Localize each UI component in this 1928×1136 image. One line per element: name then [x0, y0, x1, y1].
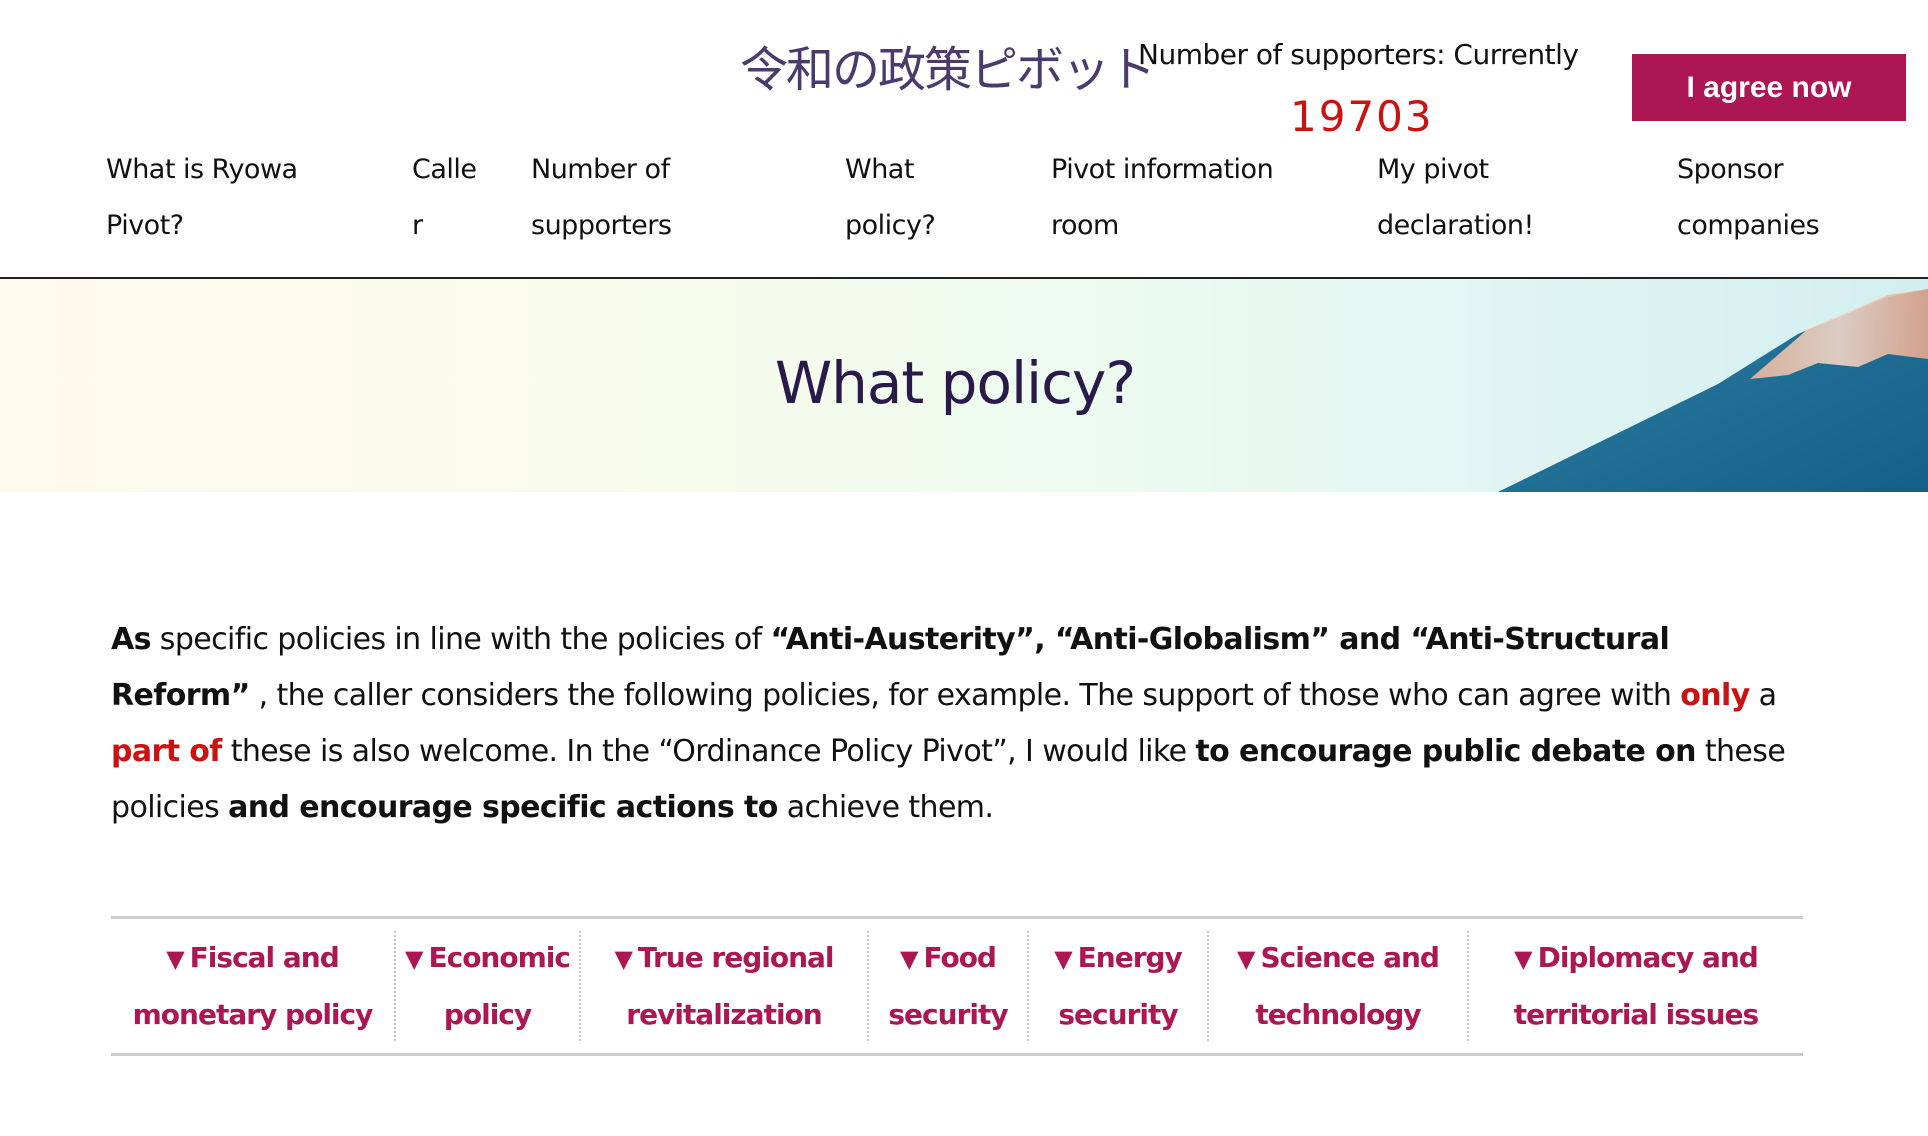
nav-item-label: Pivot information	[1051, 154, 1274, 185]
triangle-down-icon: ▼	[614, 944, 632, 973]
nav-item-label: declaration!	[1377, 210, 1534, 241]
policy-link-label: policy	[443, 997, 532, 1031]
policy-category-bar: ▼ Fiscal and monetary policy ▼ Economic po…	[111, 916, 1803, 1056]
triangle-down-icon: ▼	[1514, 944, 1532, 973]
policy-link-label: Energy	[1077, 940, 1183, 974]
policy-link-label: Science and	[1260, 940, 1439, 974]
triangle-down-icon: ▼	[900, 944, 918, 973]
nav-item-number-of-supporters[interactable]: Number of supporters	[531, 142, 672, 254]
triangle-down-icon: ▼	[405, 944, 423, 973]
emphasis-text: and encourage specific actions to	[228, 790, 778, 825]
body-text: specific policies in line with the polic…	[150, 622, 771, 657]
nav-item-label: r	[412, 210, 423, 241]
supporters-label: Number of supporters: Currently	[1138, 38, 1579, 71]
triangle-down-icon: ▼	[166, 944, 184, 973]
nav-item-sponsor-companies[interactable]: Sponsor companies	[1677, 142, 1820, 254]
nav-item-label: companies	[1677, 210, 1820, 241]
nav-item-what-policy[interactable]: What policy?	[845, 142, 936, 254]
policy-link-diplomacy-territorial[interactable]: ▼ Diplomacy and territorial issues	[1469, 937, 1803, 1035]
nav-item-label: policy?	[845, 210, 936, 241]
hero-banner: What policy?	[0, 279, 1928, 492]
highlight-text: only	[1680, 678, 1750, 713]
policy-link-science-technology[interactable]: ▼ Science and technology	[1209, 937, 1467, 1035]
intro-paragraph: As specific policies in line with the po…	[111, 612, 1811, 836]
policy-link-label: security	[888, 997, 1008, 1031]
nav-item-label: What is Ryowa	[106, 154, 298, 185]
triangle-down-icon: ▼	[1237, 944, 1255, 973]
policy-link-energy-security[interactable]: ▼ Energy security	[1029, 937, 1207, 1035]
nav-item-label: My pivot	[1377, 154, 1489, 185]
nav-item-label: Number of	[531, 154, 670, 185]
policy-link-regional-revitalization[interactable]: ▼ True regional revitalization	[581, 937, 867, 1035]
triangle-down-icon: ▼	[1054, 944, 1072, 973]
nav-item-label: room	[1051, 210, 1119, 241]
nav-item-caller[interactable]: Calle r	[412, 142, 477, 254]
nav-item-what-is-ryowa-pivot[interactable]: What is Ryowa Pivot?	[106, 142, 298, 254]
body-text: achieve them.	[777, 790, 994, 825]
site-logo[interactable]: 令和の政策ピボット	[740, 30, 1156, 100]
policy-link-label: True regional	[637, 940, 835, 974]
policy-link-label: security	[1058, 997, 1178, 1031]
page-title: What policy?	[774, 349, 1136, 417]
policy-link-fiscal-monetary[interactable]: ▼ Fiscal and monetary policy	[111, 937, 394, 1035]
highlight-text: part of	[111, 734, 222, 769]
policy-link-label: Fiscal and	[189, 940, 340, 974]
nav-item-my-pivot-declaration[interactable]: My pivot declaration!	[1377, 142, 1534, 254]
nav-item-label: What	[845, 154, 914, 185]
nav-item-pivot-information-room[interactable]: Pivot information room	[1051, 142, 1274, 254]
body-text: a	[1749, 678, 1777, 713]
policy-link-label: Economic	[428, 940, 571, 974]
body-text: , the caller considers the following pol…	[249, 678, 1681, 713]
nav-item-label: Pivot?	[106, 210, 184, 241]
agree-now-button[interactable]: I agree now	[1632, 54, 1906, 121]
supporters-count: 19703	[1290, 92, 1434, 141]
nav-item-label: Sponsor	[1677, 154, 1784, 185]
nav-item-label: Calle	[412, 154, 477, 185]
policy-link-label: revitalization	[626, 997, 822, 1031]
policy-link-label: monetary policy	[132, 997, 374, 1031]
policy-link-food-security[interactable]: ▼ Food security	[869, 937, 1027, 1035]
policy-link-label: territorial issues	[1513, 997, 1759, 1031]
policy-link-label: technology	[1255, 997, 1421, 1031]
nav-item-label: supporters	[531, 210, 672, 241]
body-text: these is also welcome. In the “Ordinance…	[221, 734, 1196, 769]
policy-link-label: Diplomacy and	[1537, 940, 1759, 974]
policy-link-economic[interactable]: ▼ Economic policy	[396, 937, 579, 1035]
emphasis-text: As	[111, 622, 151, 657]
emphasis-text: to encourage public debate on	[1195, 734, 1696, 769]
policy-link-label: Food	[923, 940, 997, 974]
